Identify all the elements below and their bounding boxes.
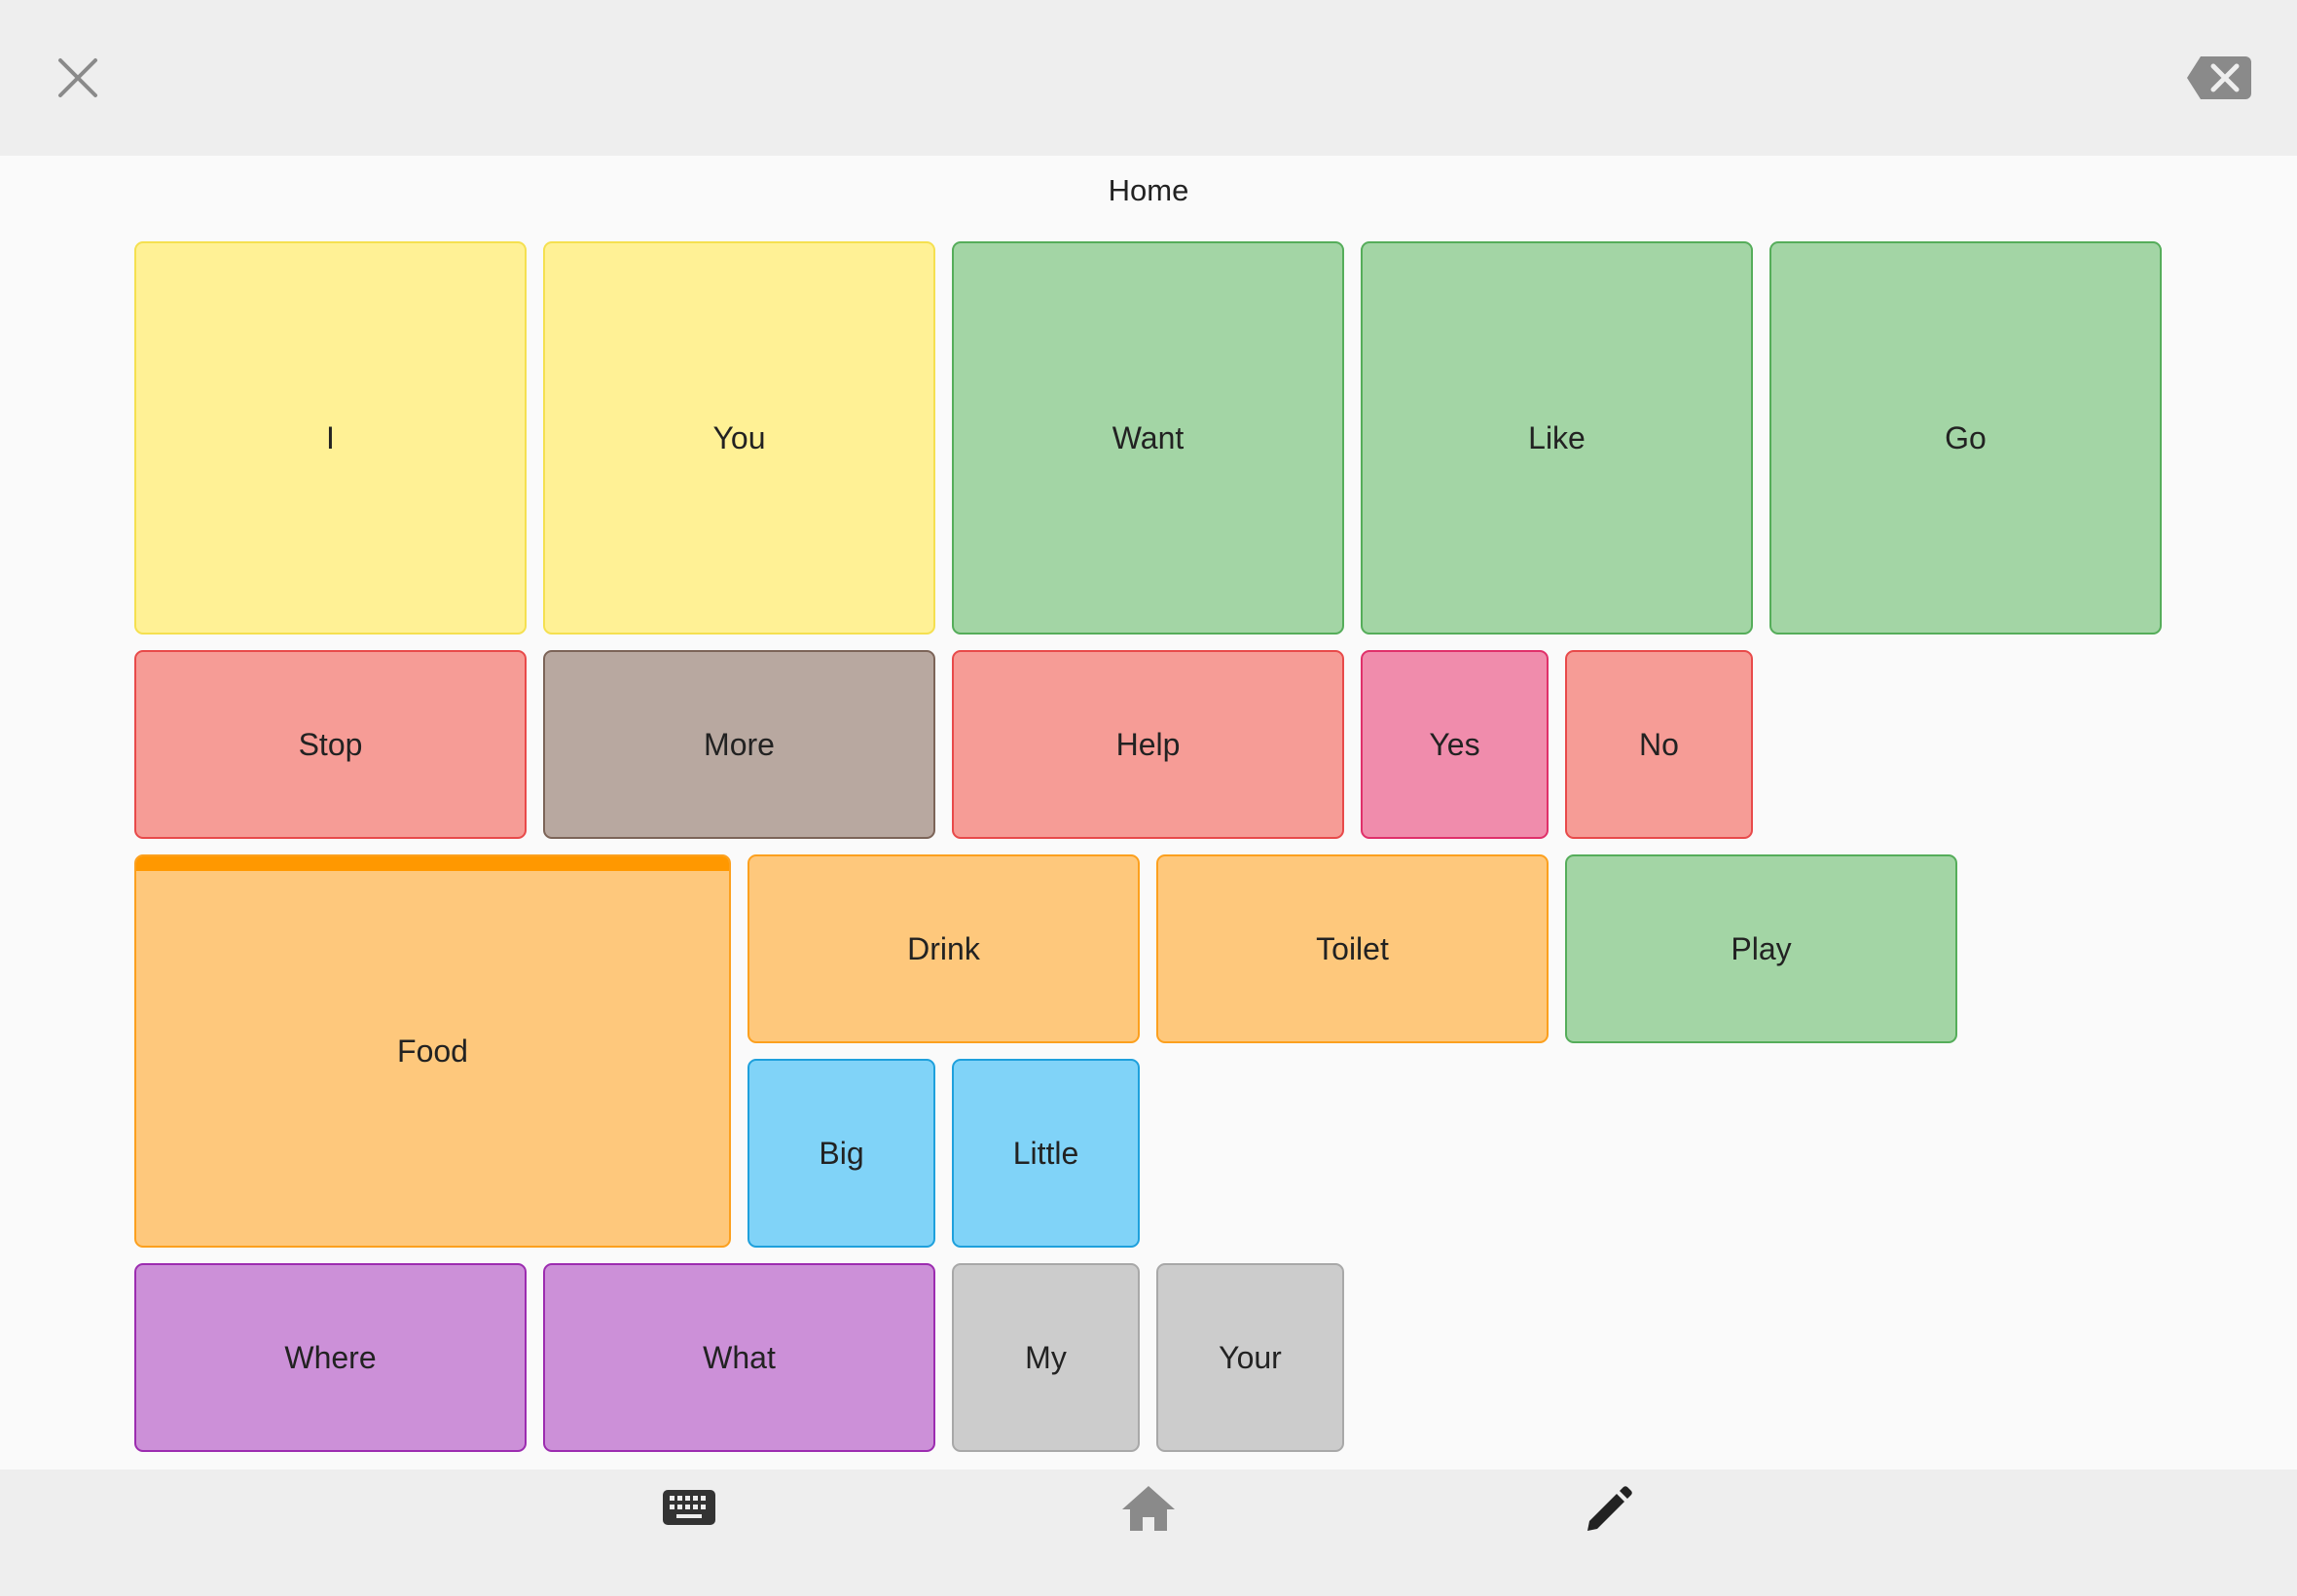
tile-what[interactable]: What <box>543 1263 935 1452</box>
close-icon <box>58 58 97 97</box>
tile-label: You <box>712 419 766 455</box>
tile-want[interactable]: Want <box>952 241 1344 635</box>
tile-label: Your <box>1219 1339 1282 1375</box>
top-bar <box>0 0 2297 156</box>
tile-label: No <box>1639 726 1679 762</box>
backspace-icon <box>2187 56 2251 99</box>
tile-no[interactable]: No <box>1565 650 1753 839</box>
tile-label: Like <box>1528 419 1586 455</box>
tile-label: Yes <box>1429 726 1480 762</box>
tile-yes[interactable]: Yes <box>1361 650 1549 839</box>
tile-help[interactable]: Help <box>952 650 1344 839</box>
home-button[interactable] <box>1119 1484 1178 1533</box>
tile-label: Big <box>819 1135 864 1171</box>
tile-label: Go <box>1945 419 1987 455</box>
tile-label: I <box>326 419 335 455</box>
tile-label: More <box>704 726 775 762</box>
tile-label: Food <box>397 1033 468 1069</box>
tile-food-folder[interactable]: Food <box>134 854 731 1248</box>
tile-label: Help <box>1115 726 1181 762</box>
tile-label: Where <box>284 1339 377 1375</box>
tile-i[interactable]: I <box>134 241 527 635</box>
keyboard-icon <box>663 1490 715 1525</box>
tile-stop[interactable]: Stop <box>134 650 527 839</box>
tile-toilet[interactable]: Toilet <box>1156 854 1549 1043</box>
tile-play[interactable]: Play <box>1565 854 1957 1043</box>
tile-where[interactable]: Where <box>134 1263 527 1452</box>
home-icon <box>1122 1486 1175 1531</box>
tile-label: Play <box>1731 930 1792 966</box>
tile-you[interactable]: You <box>543 241 935 635</box>
tile-label: What <box>703 1339 776 1375</box>
aac-board-app: Home I You Want Like Go Stop More Help Y… <box>0 0 2297 1596</box>
backspace-button[interactable] <box>2185 51 2253 105</box>
board-title: Home <box>1108 173 1189 207</box>
pencil-icon <box>1587 1486 1632 1531</box>
edit-button[interactable] <box>1580 1484 1638 1533</box>
tile-label: My <box>1025 1339 1067 1375</box>
tile-like[interactable]: Like <box>1361 241 1753 635</box>
tile-label: Little <box>1012 1135 1079 1171</box>
tile-big[interactable]: Big <box>747 1059 935 1248</box>
tile-little[interactable]: Little <box>952 1059 1140 1248</box>
tile-label: Drink <box>907 930 980 966</box>
tile-go[interactable]: Go <box>1769 241 2162 635</box>
tile-more[interactable]: More <box>543 650 935 839</box>
tile-drink[interactable]: Drink <box>747 854 1140 1043</box>
tile-label: Toilet <box>1316 930 1389 966</box>
keyboard-button[interactable] <box>660 1484 718 1533</box>
close-button[interactable] <box>51 51 105 105</box>
tile-your[interactable]: Your <box>1156 1263 1344 1452</box>
tile-label: Want <box>1112 419 1185 455</box>
tile-label: Stop <box>298 726 363 762</box>
tile-my[interactable]: My <box>952 1263 1140 1452</box>
